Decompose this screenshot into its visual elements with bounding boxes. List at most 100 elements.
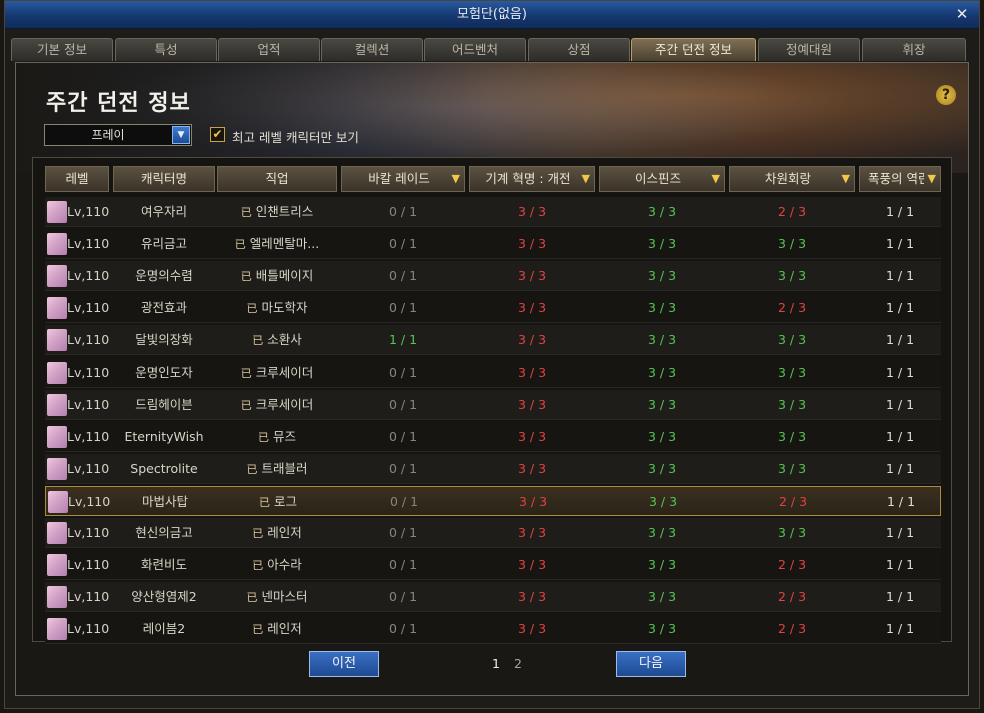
tab-8[interactable]: 정예대원 [758, 38, 860, 61]
job-cell: 已 로그 [218, 487, 338, 517]
page-2[interactable]: 2 [514, 651, 522, 677]
dungeon-count-3: 3 / 3 [647, 204, 677, 219]
level-cell: Lv,110 [45, 582, 113, 612]
character-avatar [47, 425, 67, 448]
tab-4[interactable]: 컬렉션 [321, 38, 423, 61]
max-level-checkbox[interactable]: ✔ [210, 127, 225, 142]
job-name: 인챈트리스 [255, 204, 314, 219]
tab-7[interactable]: 주간 던전 정보 [631, 38, 756, 61]
dungeon-count-2: 3 / 3 [517, 621, 547, 637]
dungeon-count-3: 3 / 3 [648, 493, 678, 509]
sort-arrow-icon[interactable]: ▼ [842, 167, 850, 191]
window-titlebar[interactable]: 모험단(없음) ✕ [5, 1, 979, 29]
job-cell: 已 인챈트리스 [217, 197, 337, 227]
column-header-label: 기계 혁명 : 개전 [485, 171, 571, 186]
job-name: 넨마스터 [261, 589, 308, 605]
job-cell: 已 아수라 [217, 550, 337, 580]
prev-button[interactable]: 이전 [309, 651, 379, 677]
level-cell: Lv,110 [45, 293, 113, 323]
table-row[interactable]: Lv,110 달빛의장화 已 소환사 1 / 1 3 / 3 3 / 3 3 / 3 1 / 1 [45, 325, 941, 356]
column-header-4[interactable]: 바칼 레이드 ▼ [341, 166, 465, 192]
level-cell: Lv,110 [45, 454, 113, 484]
job-class-icon: 已 [252, 623, 264, 637]
column-header-7[interactable]: 차원회랑 ▼ [729, 166, 855, 192]
dungeon-count-4: 2 / 3 [777, 300, 807, 316]
dungeon-count-4: 2 / 3 [777, 204, 807, 219]
character-name: EternityWish [124, 428, 204, 444]
tab-5[interactable]: 어드벤처 [424, 38, 526, 61]
sort-arrow-icon[interactable]: ▼ [452, 167, 460, 191]
table-row[interactable]: Lv,110 운명의수렴 已 배틀메이지 0 / 1 3 / 3 3 / 3 3 / 3 1 /… [45, 261, 941, 292]
level-text: Lv,110 [67, 621, 110, 637]
character-name: 레이븜2 [142, 621, 186, 637]
dungeon-count-3: 3 / 3 [647, 268, 677, 284]
chevron-down-icon[interactable]: ▼ [172, 126, 190, 144]
help-icon[interactable]: ? [936, 85, 956, 105]
table-row[interactable]: Lv,110 Spectrolite 已 트래블러 0 / 1 3 / 3 3 / 3 3 /… [45, 453, 941, 484]
sort-arrow-icon[interactable]: ▼ [928, 167, 936, 191]
dungeon-count-4: 3 / 3 [777, 332, 807, 348]
tab-bar: 기본 정보 특성 업적 컬렉션 어드벤처 상점 주간 던전 정보 정예대원 휘장 [11, 38, 971, 62]
level-text: Lv,110 [68, 493, 111, 509]
page-title: 주간 던전 정보 [46, 91, 191, 116]
dungeon-count-1: 0 / 1 [388, 621, 418, 637]
tab-6[interactable]: 상점 [528, 38, 630, 61]
table-row[interactable]: Lv,110 운명인도자 已 크루세이더 0 / 1 3 / 3 3 / 3 3 / 3 1 /… [45, 357, 941, 388]
dungeon-table: 레벨 캐릭터명 직업 바칼 레이드 ▼ 기계 혁명 : 개전 ▼ 이스핀즈 ▼ 차원회랑 ▼ 폭풍의 … [32, 157, 952, 645]
table-row[interactable]: Lv,110 드림헤이븐 已 크루세이더 0 / 1 3 / 3 3 / 3 3 / 3 1 /… [45, 389, 941, 420]
tab-2[interactable]: 특성 [115, 38, 217, 61]
next-button[interactable]: 다음 [616, 651, 686, 677]
level-cell: Lv,110 [45, 358, 113, 388]
column-header-6[interactable]: 이스핀즈 ▼ [599, 166, 725, 192]
tab-9[interactable]: 휘장 [862, 38, 966, 61]
dungeon-count-2: 3 / 3 [517, 525, 547, 540]
dungeon-count-3: 3 / 3 [647, 460, 677, 476]
level-text: Lv,110 [67, 268, 110, 284]
table-row[interactable]: Lv,110 화련비도 已 아수라 0 / 1 3 / 3 3 / 3 2 / 3 1 / 1 [45, 550, 941, 581]
level-cell: Lv,110 [45, 550, 113, 580]
character-name: 드림헤이븐 [135, 396, 193, 412]
dungeon-count-2: 3 / 3 [517, 332, 547, 348]
column-header-2: 캐릭터명 [113, 166, 215, 192]
table-row[interactable]: Lv,110 유리금고 已 엘레멘탈마... 0 / 1 3 / 3 3 / 3 3 / 3 1… [45, 229, 941, 260]
server-dropdown[interactable]: 프레이 ▼ [44, 124, 192, 146]
dungeon-count-5: 1 / 1 [885, 300, 915, 316]
job-cell: 已 배틀메이지 [217, 261, 337, 291]
job-name: 마도학자 [261, 300, 308, 316]
table-row[interactable]: Lv,110 EternityWish 已 뮤즈 0 / 1 3 / 3 3 / 3 3 / … [45, 421, 941, 452]
tab-1[interactable]: 기본 정보 [11, 38, 113, 61]
table-row[interactable]: Lv,110 광전효과 已 마도학자 0 / 1 3 / 3 3 / 3 2 / 3 1 / 1 [45, 293, 941, 324]
table-row[interactable]: Lv,110 현신의금고 已 레인저 0 / 1 3 / 3 3 / 3 3 / 3 1 / 1 [45, 518, 941, 548]
table-row[interactable]: Lv,110 양산형염제2 已 넨마스터 0 / 1 3 / 3 3 / 3 2 / 3 1 /… [45, 582, 941, 613]
dungeon-count-2: 3 / 3 [517, 364, 547, 380]
checkbox-label: 최고 레벨 캐릭터만 보기 [232, 130, 359, 145]
level-text: Lv,110 [67, 204, 110, 219]
dropdown-value: 프레이 [91, 128, 125, 142]
job-class-icon: 已 [252, 527, 264, 540]
window-title: 모험단(없음) [457, 7, 527, 22]
table-row[interactable]: Lv,110 여우자리 已 인챈트리스 0 / 1 3 / 3 3 / 3 2 / 3 1 / … [45, 197, 941, 227]
close-icon[interactable]: ✕ [953, 1, 971, 28]
dungeon-count-1: 0 / 1 [388, 236, 418, 252]
page-1[interactable]: 1 [492, 651, 500, 677]
column-header-5[interactable]: 기계 혁명 : 개전 ▼ [469, 166, 595, 192]
sort-arrow-icon[interactable]: ▼ [712, 167, 720, 191]
table-row[interactable]: Lv,110 레이븜2 已 레인저 0 / 1 3 / 3 3 / 3 2 / 3 1 / 1 [45, 614, 941, 645]
weekly-dungeon-panel: 주간 던전 정보 ? 프레이 ▼ ✔ 최고 레벨 캐릭터만 보기 레벨 캐릭터명 직… [15, 62, 969, 696]
job-class-icon: 已 [258, 495, 270, 509]
level-cell: Lv,110 [45, 229, 113, 259]
dungeon-count-4: 2 / 3 [777, 621, 807, 637]
column-header-8[interactable]: 폭풍의 역린(주간) ▼ [859, 166, 941, 192]
table-row[interactable]: Lv,110 마법사탑 已 로그 0 / 1 3 / 3 3 / 3 2 / 3 1 / 1 [45, 485, 941, 517]
tab-3[interactable]: 업적 [218, 38, 320, 61]
level-text: Lv,110 [67, 236, 110, 252]
job-name: 레인저 [267, 621, 302, 637]
dungeon-count-2: 3 / 3 [517, 268, 547, 284]
sort-arrow-icon[interactable]: ▼ [582, 167, 590, 191]
dungeon-count-2: 3 / 3 [517, 396, 547, 412]
dungeon-count-5: 1 / 1 [885, 525, 915, 540]
dungeon-count-3: 3 / 3 [647, 364, 677, 380]
job-cell: 已 레인저 [217, 518, 337, 548]
dungeon-count-3: 3 / 3 [647, 557, 677, 573]
job-name: 소환사 [267, 332, 302, 348]
